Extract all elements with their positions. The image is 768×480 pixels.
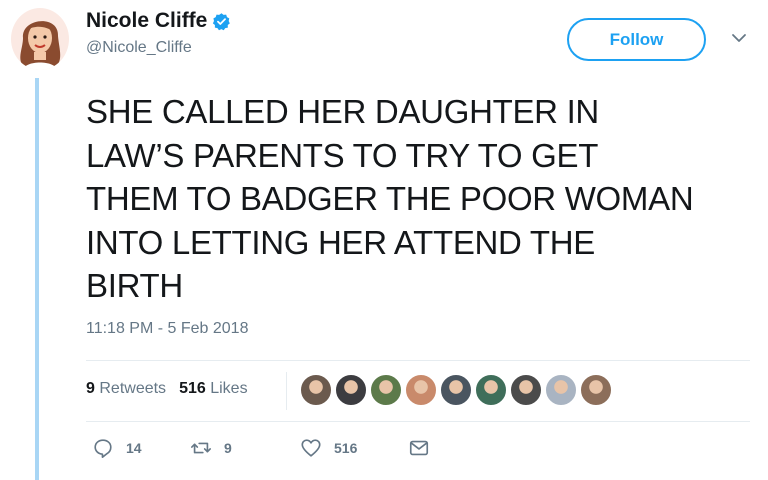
tweet-header: Nicole Cliffe @Nicole_Cliffe (86, 8, 231, 57)
tweet-text: SHE CALLED HER DAUGHTER IN LAW’S PARENTS… (86, 93, 694, 304)
liker-avatar[interactable] (300, 374, 332, 406)
envelope-icon (409, 440, 429, 456)
chevron-down-icon[interactable] (731, 30, 747, 46)
retweets-count: 9 (86, 380, 95, 397)
likers-avatar-list (300, 374, 615, 406)
direct-message-button[interactable] (408, 437, 430, 459)
author-name[interactable]: Nicole Cliffe (86, 9, 207, 33)
stats-separator (286, 372, 287, 410)
like-count: 516 (334, 440, 358, 456)
liker-avatar[interactable] (440, 374, 472, 406)
reply-count: 14 (126, 440, 142, 456)
retweet-count: 9 (224, 440, 232, 456)
author-handle[interactable]: @Nicole_Cliffe (86, 39, 231, 57)
reply-icon (94, 439, 112, 458)
liker-avatar[interactable] (475, 374, 507, 406)
retweet-button[interactable]: 9 (190, 437, 232, 459)
tweet-stats: 9 Retweets 516 Likes (86, 380, 261, 398)
likes-count: 516 (179, 380, 206, 397)
heart-icon (301, 439, 321, 457)
liker-avatar[interactable] (510, 374, 542, 406)
reply-button[interactable]: 14 (92, 437, 142, 459)
retweet-icon (191, 442, 211, 454)
avatar-illustration (11, 8, 69, 70)
tweet-timestamp[interactable]: 11:18 PM - 5 Feb 2018 (86, 320, 248, 338)
verified-badge-icon (213, 12, 231, 30)
liker-avatar[interactable] (580, 374, 612, 406)
like-button[interactable]: 516 (300, 437, 357, 459)
liker-avatar[interactable] (335, 374, 367, 406)
divider (86, 360, 750, 361)
retweets-stat[interactable]: 9 Retweets (86, 380, 166, 398)
liker-avatar[interactable] (545, 374, 577, 406)
follow-button[interactable]: Follow (567, 18, 706, 61)
liker-avatar[interactable] (405, 374, 437, 406)
likes-label: Likes (210, 380, 248, 397)
retweets-label: Retweets (99, 380, 167, 397)
divider (86, 421, 750, 422)
avatar[interactable] (11, 8, 69, 70)
liker-avatar[interactable] (370, 374, 402, 406)
likes-stat[interactable]: 516 Likes (179, 380, 248, 398)
thread-line (35, 78, 39, 480)
